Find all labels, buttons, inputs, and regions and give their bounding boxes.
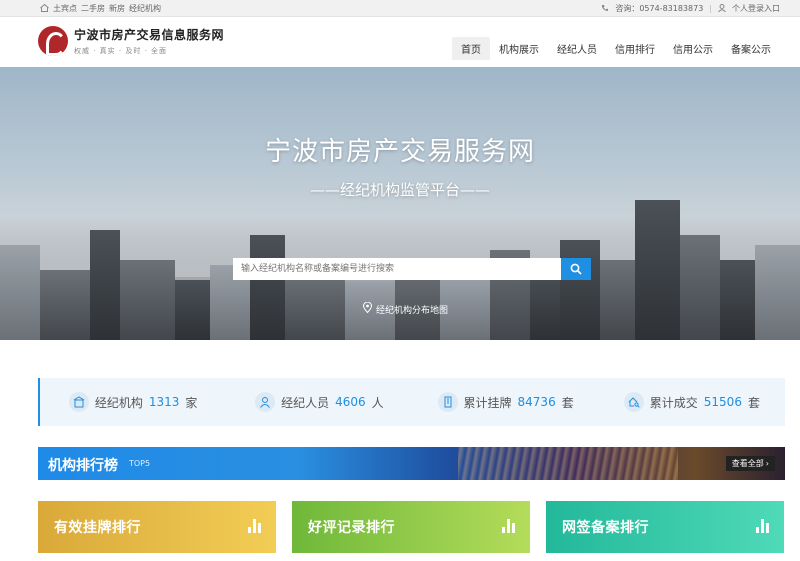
card-online-filing[interactable]: 网签备案排行 — [546, 501, 784, 553]
card-valid-listings[interactable]: 有效挂牌排行 — [38, 501, 276, 553]
stat-value: 4606 — [335, 395, 366, 409]
skyline-building — [90, 230, 120, 340]
stat-label: 经纪人员 — [281, 395, 330, 410]
login-link[interactable]: 个人登录入口 — [732, 3, 780, 14]
hero-banner: 宁波市房产交易服务网 ——经纪机构监管平台—— 经纪机构分布地图 — [0, 67, 800, 340]
skyline-building — [635, 200, 680, 340]
topbar-links: 土宾点 二手房 新房 经纪机构 — [40, 3, 161, 14]
agency-icon — [68, 392, 89, 412]
stat-label: 累计成交 — [649, 395, 698, 410]
skyline-building — [530, 270, 560, 340]
chevron-right-icon: › — [765, 459, 769, 468]
search-bar — [233, 258, 591, 280]
skyline-building — [120, 260, 175, 340]
topbar-link-2[interactable]: 二手房 — [81, 3, 105, 14]
nav-credit-notice[interactable]: 信用公示 — [664, 37, 722, 60]
card-good-reviews[interactable]: 好评记录排行 — [292, 501, 530, 553]
home-icon — [40, 3, 49, 14]
view-all-button[interactable]: 查看全部 › — [725, 456, 775, 471]
search-house-icon — [623, 392, 644, 412]
site-slogan: 权威 · 真实 · 及时 · 全面 — [74, 47, 168, 55]
skyline-building — [720, 260, 755, 340]
nav-agencies[interactable]: 机构展示 — [490, 37, 548, 60]
stat-value: 51506 — [703, 395, 742, 409]
stat-label: 经纪机构 — [94, 395, 143, 410]
main-nav: 首页 机构展示 经纪人员 信用排行 信用公示 备案公示 — [452, 37, 780, 60]
map-pin-icon — [362, 301, 373, 316]
skyline-building — [0, 245, 40, 340]
ranking-title: 机构排行榜 — [48, 458, 118, 474]
topbar-right: 咨询：0574-83183873 | 个人登录入口 — [601, 3, 780, 14]
nav-home[interactable]: 首页 — [452, 37, 490, 60]
stat-unit: 套 — [561, 395, 574, 410]
stat-unit: 套 — [747, 395, 760, 410]
ranking-tag: TOP5 — [129, 459, 151, 468]
hotline-text: 咨询：0574-83183873 — [615, 4, 704, 13]
card-label: 好评记录排行 — [308, 520, 395, 536]
banner-light-streaks — [458, 447, 678, 480]
building-icon — [437, 392, 458, 412]
agency-map-link[interactable]: 经纪机构分布地图 — [362, 301, 449, 316]
logo-emblem-icon — [38, 26, 68, 56]
stat-unit: 人 — [371, 395, 384, 410]
bar-chart-icon — [502, 519, 516, 533]
search-input[interactable] — [233, 258, 561, 280]
nav-credit-ranking[interactable]: 信用排行 — [606, 37, 664, 60]
stat-agencies: 经纪机构 1313 家 — [40, 392, 226, 412]
skyline-building — [285, 275, 345, 340]
stat-agents: 经纪人员 4606 人 — [226, 392, 412, 412]
stat-value: 1313 — [148, 395, 180, 409]
ranking-banner: 机构排行榜 TOP5 查看全部 › — [38, 447, 785, 480]
site-name: 宁波市房产交易信息服务网 — [74, 28, 225, 42]
user-icon — [718, 3, 726, 14]
stat-value: 84736 — [517, 395, 556, 409]
site-header: 宁波市房产交易信息服务网 权威 · 真实 · 及时 · 全面 首页 机构展示 经… — [0, 17, 800, 67]
skyline-building — [600, 260, 635, 340]
topbar-link-4[interactable]: 经纪机构 — [129, 3, 161, 14]
topbar-link-3[interactable]: 新房 — [109, 3, 125, 14]
topbar-link-1[interactable]: 土宾点 — [53, 3, 77, 14]
card-label: 网签备案排行 — [562, 520, 649, 536]
view-all-label: 查看全部 — [731, 459, 764, 468]
divider: | — [709, 4, 712, 13]
search-button[interactable] — [561, 258, 591, 280]
skyline-building — [560, 240, 600, 340]
nav-filing-notice[interactable]: 备案公示 — [722, 37, 780, 60]
stat-unit: 家 — [185, 395, 198, 410]
skyline-building — [755, 245, 800, 340]
bar-chart-icon — [756, 519, 770, 533]
skyline-building — [680, 235, 720, 340]
site-logo[interactable]: 宁波市房产交易信息服务网 权威 · 真实 · 及时 · 全面 — [38, 26, 224, 56]
top-utility-bar: 土宾点 二手房 新房 经纪机构 咨询：0574-83183873 | 个人登录入… — [0, 0, 800, 17]
map-link-label: 经纪机构分布地图 — [376, 305, 449, 316]
stat-deals: 累计成交 51506 套 — [599, 392, 785, 412]
stats-strip: 经纪机构 1313 家 经纪人员 4606 人 累计挂牌 84736 套 累计成交 51506… — [38, 378, 785, 426]
skyline-building — [175, 280, 210, 340]
skyline-building — [40, 270, 90, 340]
search-icon — [570, 260, 582, 279]
phone-icon — [601, 4, 609, 14]
stat-label: 累计挂牌 — [463, 395, 512, 410]
hero-subtitle: ——经纪机构监管平台—— — [309, 181, 490, 199]
card-label: 有效挂牌排行 — [54, 520, 141, 536]
skyline-building — [250, 235, 285, 340]
hero-title: 宁波市房产交易服务网 — [264, 137, 535, 167]
bar-chart-icon — [248, 519, 262, 533]
person-icon — [255, 392, 276, 412]
stat-listings: 累计挂牌 84736 套 — [413, 392, 599, 412]
nav-agents[interactable]: 经纪人员 — [548, 37, 606, 60]
